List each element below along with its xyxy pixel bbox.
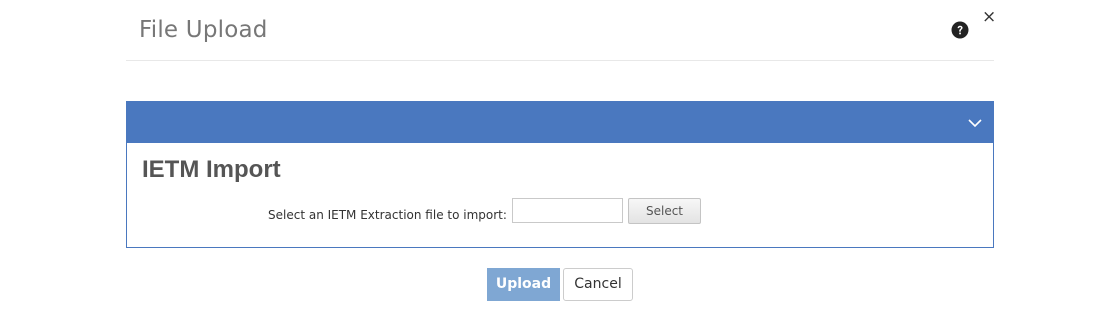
cancel-button[interactable]: Cancel bbox=[563, 268, 633, 301]
select-file-button[interactable]: Select bbox=[628, 198, 701, 224]
upload-button[interactable]: Upload bbox=[487, 268, 560, 301]
panel-title: IETM Import bbox=[142, 156, 281, 183]
file-upload-dialog: File Upload × IETM Import Select an IETM… bbox=[0, 0, 1120, 321]
header-divider bbox=[126, 60, 994, 61]
close-icon[interactable]: × bbox=[982, 9, 996, 26]
question-circle-icon[interactable] bbox=[951, 21, 969, 39]
file-path-input[interactable] bbox=[512, 198, 623, 223]
file-field-label: Select an IETM Extraction file to import… bbox=[268, 208, 507, 222]
dialog-title: File Upload bbox=[139, 17, 268, 43]
ietm-import-panel: IETM Import Select an IETM Extraction fi… bbox=[126, 101, 994, 248]
chevron-down-icon[interactable] bbox=[967, 115, 983, 131]
panel-header[interactable] bbox=[127, 102, 993, 143]
